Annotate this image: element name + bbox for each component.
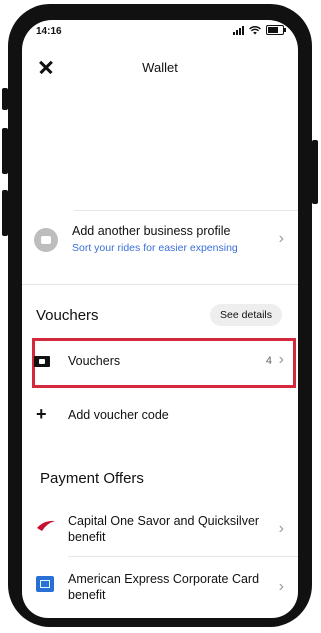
top-bar: Wallet [22, 56, 298, 86]
offer-title: Capital One Savor and Quicksilver [68, 514, 260, 528]
amex-logo-icon [36, 576, 54, 592]
offer-subtitle: benefit [68, 530, 106, 544]
page-title: Wallet [142, 60, 178, 75]
divider [74, 210, 298, 211]
vouchers-label: Vouchers [68, 354, 121, 368]
business-subtitle: Sort your rides for easier expensing [72, 242, 238, 254]
chevron-right-icon: › [278, 578, 284, 595]
payment-offers-heading: Payment Offers [40, 470, 144, 487]
status-icons [233, 25, 286, 35]
side-button [312, 140, 318, 204]
chevron-right-icon: › [278, 230, 284, 247]
chevron-right-icon: › [278, 520, 284, 537]
business-icon [34, 228, 58, 252]
side-button [2, 190, 8, 236]
business-title: Add another business profile [72, 224, 231, 238]
chevron-right-icon: › [278, 351, 284, 368]
side-button [2, 88, 8, 110]
offer-subtitle: benefit [68, 588, 106, 602]
screen: 14:16 Wallet Add another business profil… [22, 20, 298, 618]
payment-offer-row[interactable]: Capital One Savor and Quicksilver benefi… [22, 508, 298, 552]
vouchers-heading: Vouchers [36, 307, 99, 324]
plus-icon: + [36, 404, 47, 424]
vouchers-row[interactable]: Vouchers 4 › [22, 344, 298, 380]
divider [22, 284, 298, 285]
capital-one-logo-icon [37, 520, 55, 531]
signal-icon [233, 25, 244, 35]
divider [68, 556, 298, 557]
see-details-button[interactable]: See details [210, 304, 282, 326]
wifi-icon [249, 25, 261, 34]
status-time: 14:16 [36, 26, 62, 37]
add-voucher-label: Add voucher code [68, 408, 169, 422]
battery-icon [266, 25, 286, 35]
side-button [2, 128, 8, 174]
vouchers-count: 4 [265, 355, 272, 367]
status-bar: 14:16 [22, 20, 298, 42]
offer-title: American Express Corporate Card [68, 572, 260, 586]
payment-offer-row[interactable]: American Express Corporate Card benefit … [22, 566, 298, 610]
add-voucher-code-row[interactable]: + Add voucher code [22, 400, 298, 430]
voucher-icon [34, 356, 50, 367]
add-business-profile-row[interactable]: Add another business profile Sort your r… [22, 218, 298, 266]
